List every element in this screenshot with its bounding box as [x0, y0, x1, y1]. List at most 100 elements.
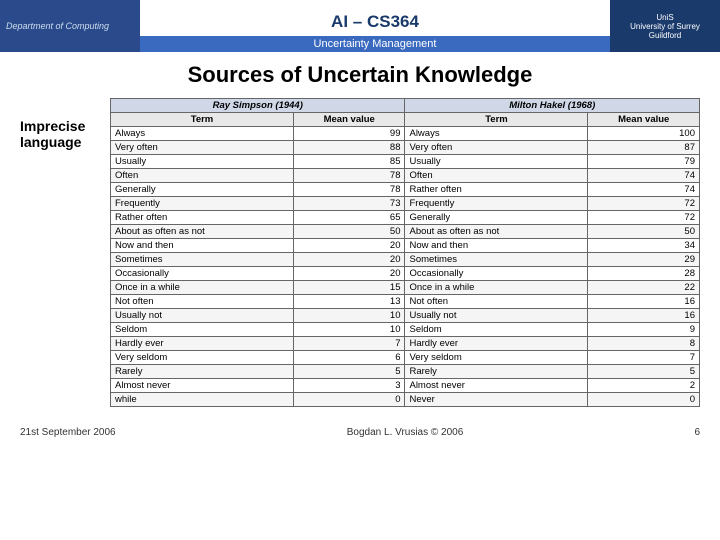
term1-cell: Sometimes: [111, 253, 294, 267]
val1-cell: 88: [293, 141, 405, 155]
term2-cell: Occasionally: [405, 267, 588, 281]
val1-cell: 50: [293, 225, 405, 239]
term1-cell: Hardly ever: [111, 337, 294, 351]
term2-cell: Usually: [405, 155, 588, 169]
val1-cell: 20: [293, 267, 405, 281]
val1-cell: 20: [293, 239, 405, 253]
table-row: Now and then 20 Now and then 34: [111, 239, 700, 253]
val1-cell: 0: [293, 393, 405, 407]
table-row: Very seldom 6 Very seldom 7: [111, 351, 700, 365]
table-row: Frequently 73 Frequently 72: [111, 197, 700, 211]
val1-cell: 7: [293, 337, 405, 351]
val2-cell: 28: [588, 267, 700, 281]
term2-cell: Sometimes: [405, 253, 588, 267]
val2-cell: 79: [588, 155, 700, 169]
footer-page: 6: [694, 427, 700, 438]
val2-cell: 16: [588, 309, 700, 323]
val1-cell: 85: [293, 155, 405, 169]
val2-cell: 8: [588, 337, 700, 351]
uni-logo-area: UniSUniversity of SurreyGuildford: [610, 0, 720, 52]
table-row: About as often as not 50 About as often …: [111, 225, 700, 239]
val2-cell: 74: [588, 169, 700, 183]
footer: 21st September 2006 Bogdan L. Vrusias © …: [0, 423, 720, 442]
val2-cell: 34: [588, 239, 700, 253]
val2-cell: 72: [588, 211, 700, 225]
term1-cell: Usually not: [111, 309, 294, 323]
page-title: Sources of Uncertain Knowledge: [20, 62, 700, 88]
table-row: Often 78 Often 74: [111, 169, 700, 183]
val1-cell: 5: [293, 365, 405, 379]
table-row: Usually not 10 Usually not 16: [111, 309, 700, 323]
term2-cell: Almost never: [405, 379, 588, 393]
term1-cell: Frequently: [111, 197, 294, 211]
table-row: Rarely 5 Rarely 5: [111, 365, 700, 379]
course-subtitle: Uncertainty Management: [140, 36, 610, 52]
table-row: Very often 88 Very often 87: [111, 141, 700, 155]
val2-cell: 5: [588, 365, 700, 379]
val1-cell: 73: [293, 197, 405, 211]
val1-cell: 6: [293, 351, 405, 365]
val1-cell: 10: [293, 309, 405, 323]
val2-cell: 16: [588, 295, 700, 309]
table-row: Generally 78 Rather often 74: [111, 183, 700, 197]
val1-cell: 78: [293, 183, 405, 197]
table-row: Once in a while 15 Once in a while 22: [111, 281, 700, 295]
col-mean2: Mean value: [588, 113, 700, 127]
term1-cell: About as often as not: [111, 225, 294, 239]
table-row: Almost never 3 Almost never 2: [111, 379, 700, 393]
term1-cell: Rather often: [111, 211, 294, 225]
term1-cell: Often: [111, 169, 294, 183]
val2-cell: 0: [588, 393, 700, 407]
term1-cell: Very often: [111, 141, 294, 155]
header-banner: Department of Computing AI – CS364 Uncer…: [0, 0, 720, 52]
term1-cell: Seldom: [111, 323, 294, 337]
footer-author: Bogdan L. Vrusias © 2006: [347, 427, 464, 438]
table-row: Rather often 65 Generally 72: [111, 211, 700, 225]
term2-cell: Hardly ever: [405, 337, 588, 351]
term1-cell: Very seldom: [111, 351, 294, 365]
term2-cell: Frequently: [405, 197, 588, 211]
val2-cell: 2: [588, 379, 700, 393]
val1-cell: 15: [293, 281, 405, 295]
frequency-table: Ray Simpson (1944) Milton Hakel (1968) T…: [110, 98, 700, 407]
term2-cell: Not often: [405, 295, 588, 309]
term1-cell: Not often: [111, 295, 294, 309]
col-mean1: Mean value: [293, 113, 405, 127]
dept-label: Department of Computing: [6, 21, 109, 31]
val2-cell: 22: [588, 281, 700, 295]
val2-cell: 50: [588, 225, 700, 239]
term2-cell: Never: [405, 393, 588, 407]
term2-cell: Very seldom: [405, 351, 588, 365]
term2-cell: About as often as not: [405, 225, 588, 239]
val1-cell: 99: [293, 127, 405, 141]
term1-cell: Generally: [111, 183, 294, 197]
table-row: Occasionally 20 Occasionally 28: [111, 267, 700, 281]
term2-cell: Once in a while: [405, 281, 588, 295]
footer-date: 21st September 2006: [20, 427, 116, 438]
val1-cell: 65: [293, 211, 405, 225]
val2-cell: 29: [588, 253, 700, 267]
val1-cell: 10: [293, 323, 405, 337]
uni-label: UniSUniversity of SurreyGuildford: [630, 13, 700, 40]
val2-cell: 9: [588, 323, 700, 337]
term1-cell: Rarely: [111, 365, 294, 379]
term2-cell: Rarely: [405, 365, 588, 379]
term1-cell: Occasionally: [111, 267, 294, 281]
term1-cell: Now and then: [111, 239, 294, 253]
table-row: Sometimes 20 Sometimes 29: [111, 253, 700, 267]
course-title: AI – CS364: [331, 6, 419, 32]
term2-cell: Seldom: [405, 323, 588, 337]
table-row: while 0 Never 0: [111, 393, 700, 407]
term2-cell: Now and then: [405, 239, 588, 253]
col-term1: Term: [111, 113, 294, 127]
val1-cell: 13: [293, 295, 405, 309]
term1-cell: Always: [111, 127, 294, 141]
source1-header: Ray Simpson (1944): [111, 99, 405, 113]
header-center: AI – CS364 Uncertainty Management: [140, 0, 610, 52]
val1-cell: 20: [293, 253, 405, 267]
term2-cell: Rather often: [405, 183, 588, 197]
val2-cell: 74: [588, 183, 700, 197]
table-row: Seldom 10 Seldom 9: [111, 323, 700, 337]
table-row: Not often 13 Not often 16: [111, 295, 700, 309]
term1-cell: Usually: [111, 155, 294, 169]
